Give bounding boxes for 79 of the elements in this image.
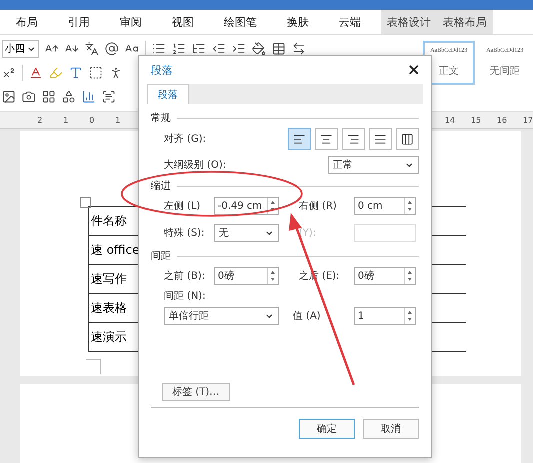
grid-icon[interactable] [42,90,56,104]
field-label: (Y): [298,228,316,238]
spacing-before-field[interactable]: 0磅 [214,267,279,285]
bar-chart-icon[interactable] [82,90,96,104]
ok-button[interactable]: 确定 [299,419,355,439]
phonetic-icon[interactable] [85,42,99,56]
align-right-icon [347,132,360,146]
menu-tab[interactable]: 云端 [329,10,371,34]
cancel-button[interactable]: 取消 [363,419,419,439]
spacing-after-field[interactable]: 0磅 [354,267,416,285]
menu-tab[interactable]: 审阅 [110,10,152,34]
margin-corner-mark [86,359,101,374]
indent-amount-field[interactable] [354,224,416,242]
align-left-icon [293,132,306,146]
field-label: 之前 (B): [164,270,206,283]
alignment-button[interactable] [342,128,365,150]
right-indent-field[interactable]: 0 cm [354,197,416,215]
increase-indent-icon[interactable] [232,42,246,56]
align-center-icon [320,132,333,146]
char-border-icon[interactable] [89,66,103,80]
numbered-list-icon[interactable] [172,42,186,56]
style-name: 无间距 [490,65,520,78]
text-shading-icon[interactable] [69,66,83,80]
text-scan-icon[interactable] [102,90,116,104]
line-spacing-value-field[interactable]: 1 [354,307,416,325]
dialog-title: 段落 [151,62,173,78]
alignment-button[interactable] [396,128,419,150]
shapes-icon[interactable] [62,90,76,104]
style-name: 正文 [439,64,459,78]
paint-bucket-icon[interactable] [252,42,266,56]
camera-icon[interactable] [22,90,36,104]
section-heading: 缩进 [151,180,171,193]
spin-arrows-icon[interactable] [267,198,278,214]
menu-tab[interactable]: 布局 [6,10,48,34]
menu-tab[interactable]: 表格布局 [437,10,493,34]
outline-level-dropdown[interactable]: 正常 [328,156,419,174]
menu-tab[interactable]: 引用 [58,10,100,34]
field-label: 对齐 (G): [164,132,206,146]
ruler-number: 17 [523,116,531,124]
decrease-indent-icon[interactable] [212,42,226,56]
ruler-number: 0 [88,116,96,124]
font-color-icon[interactable] [29,66,43,80]
superscript-icon[interactable] [2,66,16,80]
ruler-number: 1 [62,116,70,124]
ruler-number: 16 [497,116,505,124]
section-heading: 间距 [151,250,171,263]
field-label: 值 (A) [292,310,321,323]
image-icon[interactable] [2,90,16,104]
menu-tab[interactable]: 表格设计 [381,10,437,34]
ruler-number: 14 [445,116,453,124]
menu-tab[interactable]: 换肤 [277,10,319,34]
spin-arrows-icon[interactable] [267,268,278,284]
tabs-button[interactable]: 标签 (T)… [162,383,230,401]
font-size-dropdown[interactable]: 小四 [2,40,39,58]
table-handle-icon[interactable] [80,197,91,208]
multilevel-list-icon[interactable] [192,42,206,56]
menu-tab[interactable]: 绘图笔 [214,10,267,34]
section-heading: 常规 [151,112,171,125]
alignment-button[interactable] [315,128,338,150]
ruler-number: 1 [114,116,122,124]
left-indent-field[interactable]: -0.49 cm [214,197,279,215]
table-icon[interactable] [272,42,286,56]
special-indent-dropdown[interactable]: 无 [214,224,279,242]
figure-icon[interactable] [109,66,123,80]
swap-arrows-icon[interactable] [292,42,306,56]
dialog-tab[interactable]: 段落 [147,84,189,104]
spin-arrows-icon[interactable] [404,268,415,284]
spin-arrows-icon[interactable] [404,308,415,324]
menu-tab[interactable]: 视图 [162,10,204,34]
ruler-number: 15 [471,116,479,124]
distribute-icon [401,132,414,146]
at-sign-icon[interactable] [105,42,119,56]
field-label: 大纲级别 (O): [164,158,226,172]
ruler-number: 2 [36,116,44,124]
spin-arrows-icon[interactable] [404,198,415,214]
align-justify-icon [374,132,387,146]
close-button[interactable] [407,63,421,77]
alignment-button[interactable] [369,128,392,150]
line-spacing-dropdown[interactable]: 单倍行距 [164,307,279,325]
